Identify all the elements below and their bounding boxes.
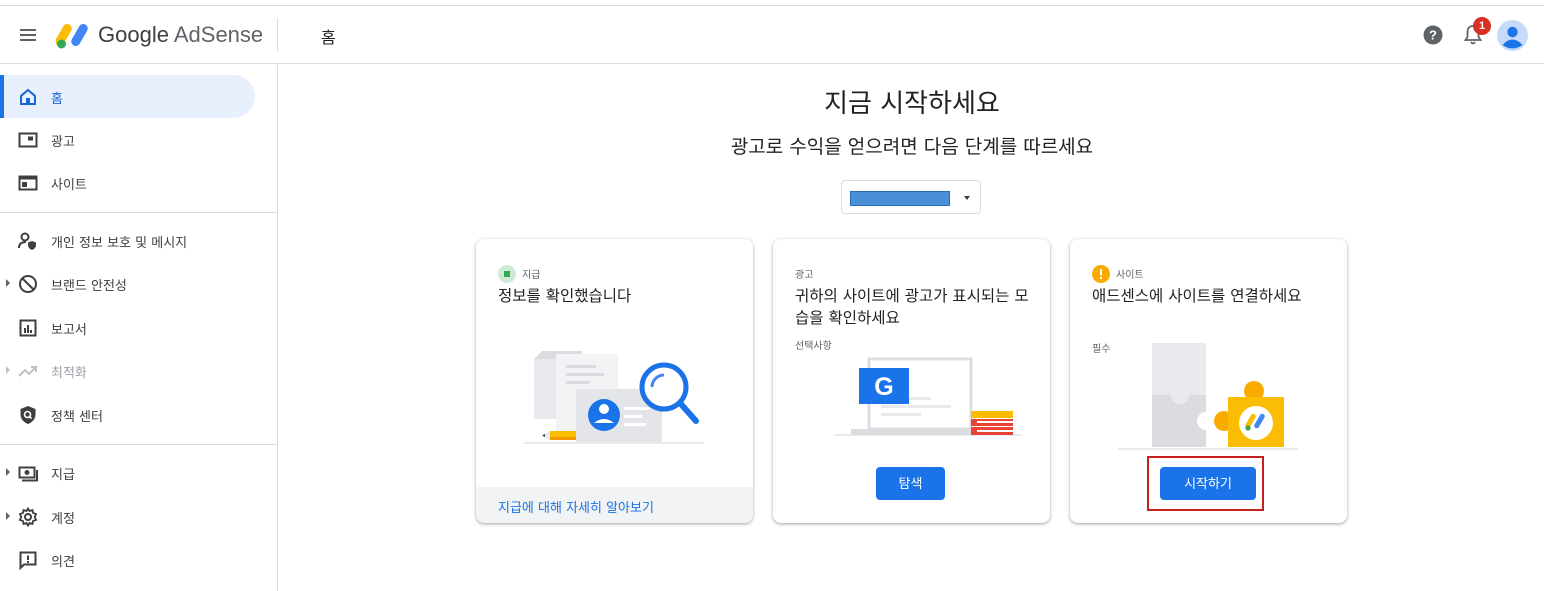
reports-icon — [19, 319, 37, 337]
card-tag: 사이트 — [1116, 270, 1144, 281]
sidebar-item-optimization[interactable]: 최적화 — [0, 349, 255, 392]
svg-text:G: G — [874, 373, 893, 401]
sidebar-item-feedback[interactable]: 의견 — [0, 538, 255, 581]
home-icon — [20, 88, 36, 105]
sidebar-item-payments[interactable]: 지급 — [0, 451, 255, 494]
trending-icon — [18, 366, 37, 377]
sidebar-item-label: 브랜드 안전성 — [51, 279, 127, 294]
main-title: 지금 시작하세요 — [824, 89, 1000, 119]
puzzle-connect-illustration-icon — [1118, 343, 1298, 450]
card-tag-row: 광고 — [795, 263, 813, 281]
menu-icon[interactable] — [18, 26, 40, 44]
card-tag: 광고 — [795, 270, 814, 281]
expand-caret-icon — [6, 279, 10, 287]
document-search-illustration-icon — [524, 351, 704, 444]
sidebar-item-ads[interactable]: 광고 — [0, 118, 255, 161]
expand-caret-icon — [6, 468, 10, 476]
card-title: 정보를 확인했습니다 — [498, 287, 632, 305]
sidebar-divider — [0, 444, 277, 445]
adsense-logo-icon[interactable] — [56, 20, 90, 50]
sidebar-item-account[interactable]: 계정 — [0, 495, 255, 538]
sidebar-item-policy-center[interactable]: 정책 센터 — [0, 393, 255, 436]
notification-badge: 1 — [1473, 17, 1491, 35]
explore-button[interactable]: 탐색 — [876, 467, 945, 500]
brand-name[interactable]: Google AdSense — [98, 22, 263, 48]
privacy-icon — [18, 232, 36, 250]
ads-icon — [18, 132, 38, 148]
sidebar-item-label: 계정 — [51, 512, 75, 527]
main-subtitle: 광고로 수익을 얻으려면 다음 단계를 따르세요 — [730, 136, 1094, 158]
sidebar-item-label: 최적화 — [51, 366, 87, 381]
card-subtitle: 선택사항 — [795, 341, 832, 352]
sites-icon — [18, 175, 38, 191]
card-subtitle: 필수 — [1092, 344, 1111, 355]
site-selector-dropdown[interactable] — [841, 180, 981, 214]
sidebar-item-label: 홈 — [51, 92, 63, 107]
card-title: 귀하의 사이트에 광고가 표시되는 모습을 확인하세요 — [795, 287, 1029, 327]
card-ads: 광고 귀하의 사이트에 광고가 표시되는 모습을 확인하세요 선택사항 G 탐색 — [773, 239, 1050, 523]
sidebar-item-label: 지급 — [51, 468, 75, 483]
header-divider — [277, 18, 278, 52]
app-header: Google AdSense 홈 ? 1 — [0, 6, 1544, 64]
card-footer: 지급에 대해 자세히 알아보기 — [476, 487, 753, 523]
avatar[interactable] — [1497, 20, 1528, 51]
shield-icon — [20, 406, 36, 424]
block-icon — [19, 275, 37, 293]
help-icon[interactable]: ? — [1422, 24, 1444, 46]
sidebar-item-label: 개인 정보 보호 및 메시지 — [51, 236, 188, 251]
sidebar-item-reports[interactable]: 보고서 — [0, 306, 255, 349]
card-tag: 지급 — [522, 270, 541, 281]
sidebar-item-brand-safety[interactable]: 브랜드 안전성 — [0, 262, 255, 305]
card-tag-row: 지급 — [498, 263, 541, 283]
expand-caret-icon — [6, 512, 10, 520]
check-status-icon — [498, 264, 516, 283]
brand-google: Google — [98, 22, 169, 47]
sidebar-item-label: 보고서 — [51, 323, 87, 338]
card-title: 애드센스에 사이트를 연결하세요 — [1092, 287, 1302, 305]
svg-text:?: ? — [1429, 28, 1437, 43]
card-payments: 지급 정보를 확인했습니다 지급에 대해 자세히 알아보기 — [476, 239, 753, 523]
payments-icon — [18, 466, 38, 482]
sidebar: 홈 광고 사이트 개인 정보 보호 및 메시지 브랜드 안전성 보고서 최적화 … — [0, 65, 278, 591]
redacted-site-name — [850, 191, 950, 206]
sidebar-item-privacy[interactable]: 개인 정보 보호 및 메시지 — [0, 219, 255, 262]
gear-icon — [18, 506, 38, 528]
card-tag-row: 사이트 — [1092, 263, 1144, 283]
warning-status-icon — [1092, 264, 1110, 283]
brand-product: AdSense — [173, 22, 264, 47]
sidebar-item-home[interactable]: 홈 — [0, 75, 255, 118]
payments-learn-more-link[interactable]: 지급에 대해 자세히 알아보기 — [498, 497, 654, 516]
feedback-icon — [19, 551, 37, 571]
sidebar-item-label: 의견 — [51, 555, 75, 570]
ads-preview-illustration-icon: G — [835, 357, 1021, 436]
sidebar-item-sites[interactable]: 사이트 — [0, 161, 255, 204]
expand-caret-icon — [6, 366, 10, 374]
sidebar-item-label: 광고 — [51, 135, 75, 150]
sidebar-item-label: 사이트 — [51, 178, 87, 193]
sidebar-item-label: 정책 센터 — [51, 410, 103, 425]
sidebar-divider — [0, 212, 277, 213]
dropdown-arrow-icon — [964, 196, 970, 200]
page-title: 홈 — [321, 28, 336, 47]
highlight-box — [1147, 456, 1264, 511]
